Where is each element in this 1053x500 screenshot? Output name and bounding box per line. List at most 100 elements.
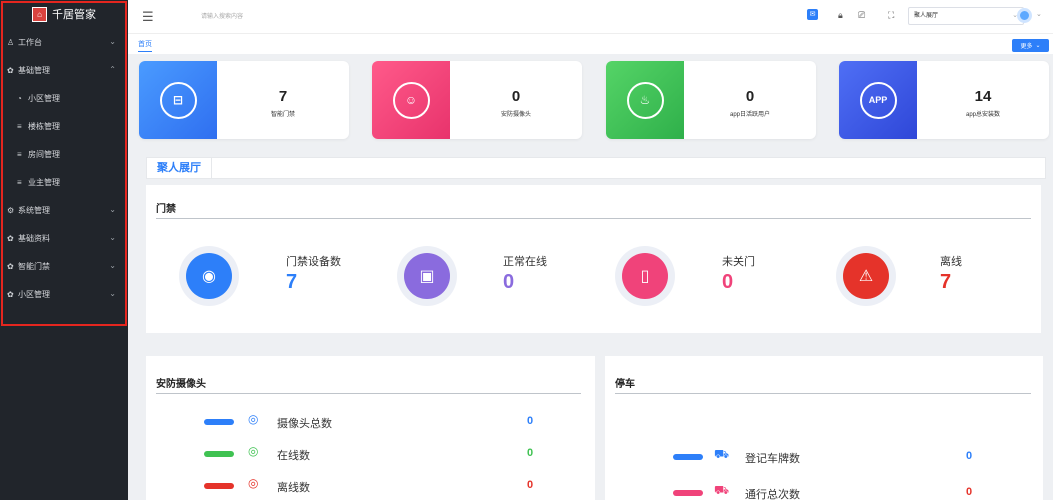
sidebar-item-workbench[interactable]: ♙ 工作台 ⌄ [0,28,128,56]
metric-label: 未关门 [722,256,755,268]
stat-label: app总安装数 [965,112,1000,118]
warning-icon: ⚠ [843,253,889,299]
row-value: 0 [527,415,534,427]
list-icon: ≡ [17,149,22,159]
stat-value: 0 [745,88,755,105]
project-select[interactable]: 聚人展厅 ⌄ [908,7,1024,25]
stat-card-active-users[interactable]: ♨ 0 app日活跃用户 [606,61,816,139]
metric-label: 正常在线 [503,256,547,268]
sidebar-item-label: 系统管理 [18,205,50,215]
lock-icon[interactable]: 🔒︎ [838,10,843,21]
section-tab-label[interactable]: 聚人展厅 [147,158,212,179]
stat-label: 安防摄像头 [500,112,531,118]
legend-pill [673,490,703,496]
door-icon: ▯ [622,253,668,299]
camera-panel: 安防摄像头 ◎ 摄像头总数 0 ◎ 在线数 0 ◎ 离线数 0 [146,356,595,500]
metric-label: 离线 [940,256,962,268]
sidebar-item-label: 楼栋管理 [28,121,60,131]
message-icon[interactable]: ✉ [807,9,818,20]
row-label: 登记车牌数 [745,453,800,465]
metric-value: 0 [722,271,734,293]
sidebar: ⌂ 千居管家 ♙ 工作台 ⌄ ✿ 基础管理 ⌃ ◔ 小区管理 ≡ 楼栋管理 ≡ … [0,0,128,500]
more-button-label: 更多 [1020,44,1033,50]
legend-pill [204,451,234,457]
legend-pill [204,419,234,425]
stat-value: 7 [278,88,288,105]
sidebar-subitem-building[interactable]: ≡ 楼栋管理 [0,112,128,140]
panel-divider [156,393,581,394]
stat-icon-panel: ☺ [372,61,450,139]
stat-label: 智能门禁 [270,112,295,118]
chevron-down-icon: ⌄ [109,261,116,270]
camera-icon: ◎ [248,476,259,490]
panel-divider [156,218,1031,219]
sidebar-item-label: 小区管理 [18,289,50,299]
parking-panel: 停车 ⛟ 登记车牌数 0 ⛟ 通行总次数 0 [605,356,1043,500]
sidebar-subitem-community[interactable]: ◔ 小区管理 [0,84,128,112]
stat-value: 14 [974,88,992,105]
project-select-value: 聚人展厅 [914,13,939,19]
sidebar-item-basic-data[interactable]: ✿ 基础资料 ⌄ [0,224,128,252]
chevron-down-icon[interactable]: ⌄ [1036,10,1042,18]
chevron-up-icon: ⌃ [109,65,116,74]
tab-bar: 首页 更多 ⌄ [128,33,1053,54]
sidebar-item-smart-access[interactable]: ✿ 智能门禁 ⌄ [0,252,128,280]
sidebar-item-label: 小区管理 [28,93,60,103]
fullscreen-icon[interactable]: ⛶ [888,10,894,21]
app-icon: APP [859,81,897,119]
metric-value: 7 [286,271,298,293]
sidebar-item-community-mgmt[interactable]: ✿ 小区管理 ⌄ [0,280,128,308]
car-icon: ⛟ [714,483,730,497]
access-control-icon: ⊟ [159,81,197,119]
access-panel: 门禁 ◉ 门禁设备数 7 ▣ 正常在线 0 ▯ 未关门 0 ⚠ 离线 7 [146,185,1041,333]
more-button[interactable]: 更多 ⌄ [1012,39,1049,52]
gear-icon: ✿ [7,261,14,271]
stat-card-access[interactable]: ⊟ 7 智能门禁 [139,61,349,139]
chevron-down-icon: ⌄ [109,289,116,298]
stat-value: 0 [511,88,521,105]
legend-pill [673,454,703,460]
tab-home[interactable]: 首页 [138,39,152,52]
monitor-icon[interactable]: ⎚ [858,10,865,21]
stat-icon-panel: APP [839,61,917,139]
sidebar-item-label: 基础管理 [18,65,50,75]
monitor-icon: ▣ [404,253,450,299]
panel-title: 门禁 [156,204,176,215]
sidebar-item-basic-management[interactable]: ✿ 基础管理 ⌃ [0,56,128,84]
sidebar-item-label: 智能门禁 [18,261,50,271]
row-label: 通行总次数 [745,489,800,500]
row-value: 0 [527,479,534,491]
avatar[interactable] [1017,8,1032,23]
top-bar: ☰ 请输入搜索内容 ✉ 🔒︎ ⎚ ⛶ 聚人展厅 ⌄ ⌄ [128,0,1053,33]
metric-label: 门禁设备数 [286,256,341,268]
panel-title: 安防摄像头 [156,379,206,390]
stat-icon-panel: ♨ [606,61,684,139]
list-icon: ≡ [17,177,22,187]
chevron-down-icon: ⌄ [1035,43,1041,49]
metric-value: 7 [940,271,952,293]
chevron-down-icon: ⌄ [109,37,116,46]
metric-value: 0 [503,271,515,293]
sidebar-subitem-room[interactable]: ≡ 房间管理 [0,140,128,168]
sidebar-item-label: 房间管理 [28,149,60,159]
app-logo[interactable]: ⌂ 千居管家 [0,0,128,28]
section-tab-bar: 聚人展厅 [146,157,1046,179]
stat-card-app-installs[interactable]: APP 14 app总安装数 [839,61,1049,139]
chevron-down-icon: ⌄ [109,233,116,242]
gear-icon: ✿ [7,289,14,299]
chevron-down-icon: ⌄ [109,205,116,214]
row-value: 0 [527,447,534,459]
device-icon: ◉ [186,253,232,299]
stat-card-camera[interactable]: ☺ 0 安防摄像头 [372,61,582,139]
search-input[interactable]: 请输入搜索内容 [201,11,243,20]
gear-icon: ✿ [7,65,14,75]
logo-icon: ⌂ [32,6,47,22]
camera-icon: ◎ [248,412,259,426]
active-user-icon: ♨ [626,81,664,119]
camera-icon: ◎ [248,444,259,458]
sidebar-item-system[interactable]: ⚙ 系统管理 ⌄ [0,196,128,224]
user-icon: ♙ [7,37,15,47]
app-name: 千居管家 [52,9,96,21]
menu-toggle-icon[interactable]: ☰ [142,9,154,25]
sidebar-subitem-owner[interactable]: ≡ 业主管理 [0,168,128,196]
